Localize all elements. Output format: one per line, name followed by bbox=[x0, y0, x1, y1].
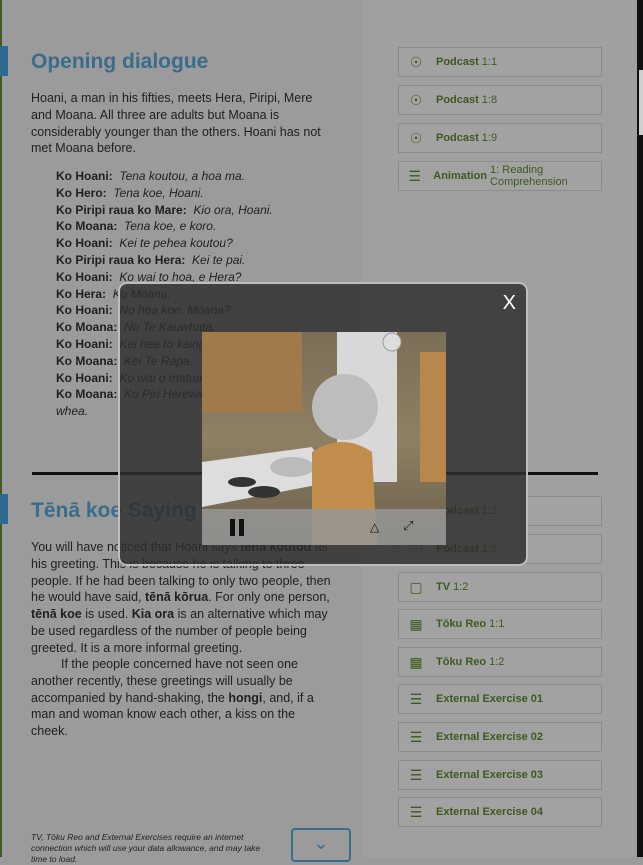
fullscreen-icon[interactable]: ⤢ bbox=[403, 518, 413, 534]
tv-icon: ▢ bbox=[409, 578, 423, 595]
speaker: Ko Hoani: bbox=[56, 236, 113, 251]
podcast-icon: ☉ bbox=[409, 53, 423, 70]
resource-number: 1:2 bbox=[489, 656, 505, 668]
resource-button[interactable]: ☰ External Exercise 02 bbox=[398, 722, 602, 752]
resource-title: Animation bbox=[433, 170, 488, 182]
resource-title: TV bbox=[436, 581, 451, 593]
speaker: Ko Piripi raua ko Mare: bbox=[56, 202, 187, 217]
podcast-icon: ☉ bbox=[409, 129, 423, 146]
line: Kei te pai. bbox=[192, 252, 246, 267]
bold-term: Kia ora bbox=[131, 607, 175, 622]
list-icon: ☰ bbox=[409, 690, 423, 707]
airplay-icon[interactable]: △ bbox=[370, 520, 379, 534]
pause-button[interactable] bbox=[230, 519, 244, 536]
resource-button[interactable]: ☰ External Exercise 04 bbox=[398, 797, 602, 827]
speaker: Ko Hoani: bbox=[56, 303, 113, 318]
list-icon: ☰ bbox=[409, 766, 423, 783]
speaker: Ko Moana: bbox=[56, 219, 118, 234]
section-accent bbox=[0, 46, 8, 76]
video-controls: △ ⤢ bbox=[202, 509, 446, 545]
dialogue-line: Ko Moana: Tena koe, e koro. bbox=[56, 218, 273, 235]
line: Kei te pehea koutou? bbox=[119, 236, 233, 251]
podcast-icon: ☉ bbox=[409, 91, 423, 108]
speaker: Ko Piripi raua ko Hera: bbox=[56, 252, 186, 267]
text: . For only one person, bbox=[208, 590, 330, 605]
close-button[interactable]: X bbox=[503, 292, 516, 315]
toku-reo-icon: ▦ bbox=[409, 653, 423, 670]
line: Kio ora, Hoani. bbox=[193, 202, 273, 217]
speaker: Ko Hero: bbox=[56, 185, 107, 200]
resource-button[interactable]: ☰ External Exercise 03 bbox=[398, 760, 602, 790]
internet-note: TV, Tōku Reo and External Exercises requ… bbox=[31, 832, 261, 864]
speaker: Ko Hera: bbox=[56, 286, 107, 301]
resource-title: Podcast bbox=[436, 132, 479, 144]
resource-button[interactable]: ▢ TV 1:2 bbox=[398, 572, 602, 602]
speaker: Ko Hoani: bbox=[56, 169, 113, 183]
bold-term: tēnā kōrua bbox=[144, 590, 209, 605]
toku-reo-icon: ▦ bbox=[409, 615, 423, 632]
resource-number: 1:2 bbox=[453, 581, 469, 593]
dialogue-line: Ko Hoani: Tena koutou, a hoa ma. bbox=[56, 168, 273, 185]
paragraph: If the people concerned have not seen on… bbox=[31, 656, 331, 740]
resource-number: 1: Reading Comprehension bbox=[490, 164, 568, 188]
dialogue-line: Ko Piripi raua ko Hera: Kei te pai. bbox=[56, 252, 273, 269]
speaker: Ko Hoani: bbox=[56, 370, 113, 385]
speaker: Ko Moana: bbox=[56, 320, 118, 335]
dialogue-line: Ko Hoani: Kei te pehea koutou? bbox=[56, 235, 273, 252]
section-title: Opening dialogue bbox=[31, 50, 209, 73]
resource-number: 1:1 bbox=[481, 56, 498, 68]
resource-title: External Exercise 04 bbox=[436, 806, 544, 818]
resource-title: Podcast bbox=[436, 94, 479, 106]
text: is used. bbox=[81, 607, 132, 622]
line: Tena koe, e koro. bbox=[124, 219, 217, 234]
resource-number: 1:1 bbox=[489, 618, 505, 630]
resource-title: Tōku Reo bbox=[436, 656, 487, 668]
resource-title: Tōku Reo bbox=[436, 618, 487, 630]
list-icon: ☰ bbox=[408, 167, 421, 184]
resource-title: External Exercise 03 bbox=[436, 769, 544, 781]
resource-title: Podcast bbox=[436, 56, 479, 68]
bold-term: tēnā koe bbox=[31, 607, 82, 622]
resource-button[interactable]: ☉ Podcast 1:8 bbox=[398, 85, 602, 115]
bold-term: hongi bbox=[228, 690, 263, 705]
resource-button[interactable]: ▦ Tōku Reo 1:2 bbox=[398, 647, 602, 677]
list-icon: ☰ bbox=[409, 803, 423, 820]
resource-title: External Exercise 02 bbox=[436, 731, 544, 743]
resource-button[interactable]: ☉ Podcast 1:1 bbox=[398, 47, 602, 77]
dialogue-tail: whea. bbox=[56, 404, 89, 419]
left-border bbox=[0, 0, 2, 857]
chevron-down-icon: ⌄ bbox=[313, 833, 329, 853]
intro-text: Hoani, a man in his fifties, meets Hera,… bbox=[31, 91, 321, 156]
speaker: Ko Hoani: bbox=[56, 269, 113, 284]
video-player[interactable]: △ ⤢ bbox=[202, 332, 446, 545]
resource-button[interactable]: ☉ Podcast 1:9 bbox=[398, 123, 602, 153]
dialogue-line: Ko Piripi raua ko Mare: Kio ora, Hoani. bbox=[56, 202, 273, 219]
speaker: Ko Moana: bbox=[56, 387, 118, 402]
section-accent bbox=[0, 494, 8, 524]
resource-button[interactable]: ☰ Animation 1: Reading Comprehension bbox=[398, 161, 602, 191]
line: Tena koe, Hoani. bbox=[113, 185, 204, 200]
list-icon: ☰ bbox=[409, 728, 423, 745]
resource-button[interactable]: ▦ Tōku Reo 1:1 bbox=[398, 609, 602, 639]
line: Tena koutou, a hoa ma. bbox=[119, 169, 245, 183]
dialogue-line: Ko Hero: Tena koe, Hoani. bbox=[56, 185, 273, 202]
resource-number: 1:8 bbox=[481, 94, 498, 106]
scrollbar[interactable] bbox=[639, 70, 643, 135]
speaker: Ko Moana: bbox=[56, 353, 118, 368]
video-modal: X △ ⤢ bbox=[118, 282, 528, 566]
speaker: Ko Hoani: bbox=[56, 336, 113, 351]
resource-button[interactable]: ☰ External Exercise 01 bbox=[398, 684, 602, 714]
resource-title: External Exercise 01 bbox=[436, 693, 544, 705]
resource-number: 1:9 bbox=[481, 132, 498, 144]
